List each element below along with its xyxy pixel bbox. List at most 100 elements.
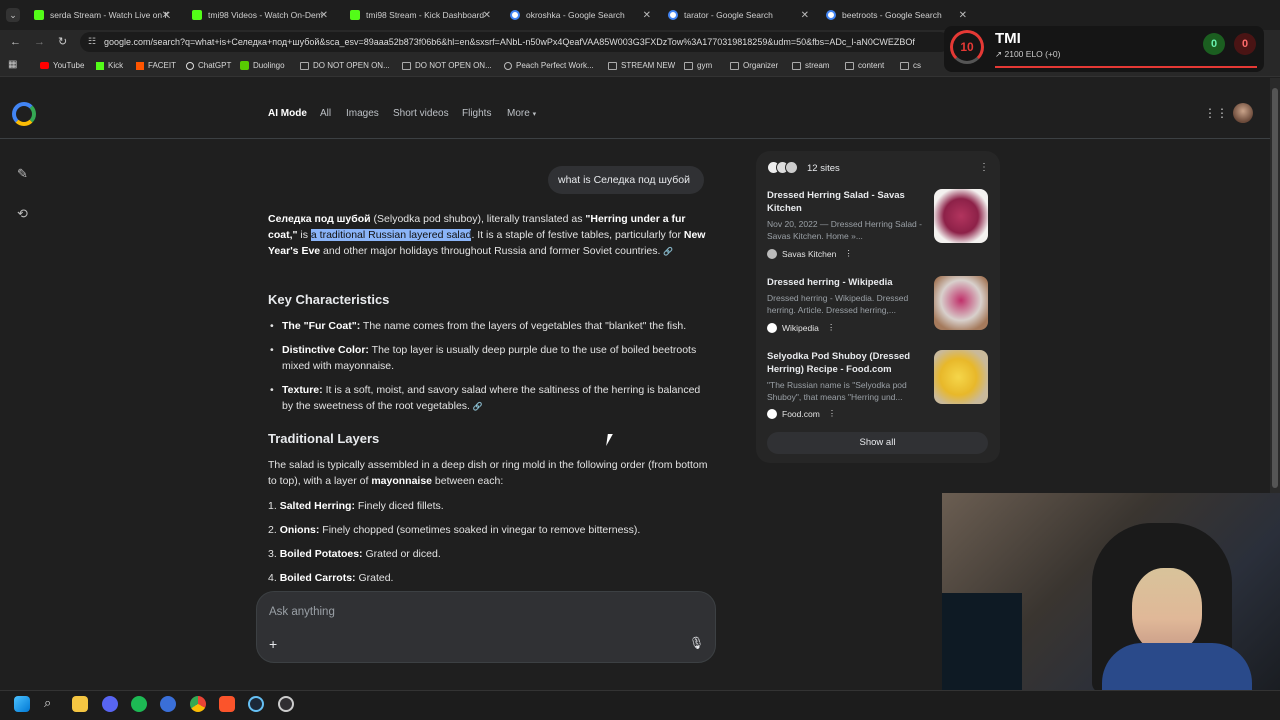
avatar[interactable] [1233, 103, 1253, 123]
tab-search-icon[interactable]: ⌄ [6, 8, 20, 22]
dressed-herring-salad-image[interactable] [934, 189, 988, 243]
tab-more[interactable]: More ▾ [507, 108, 536, 119]
source-title[interactable]: Dressed Herring Salad - Savas Kitchen [767, 189, 927, 215]
google-apps-icon[interactable]: ⋮⋮ [1204, 106, 1228, 120]
tab-flights[interactable]: Flights [462, 108, 491, 119]
bookmark-youtube[interactable]: YouTube [40, 61, 84, 70]
dressed-herring-image[interactable] [934, 276, 988, 330]
spotify-icon[interactable] [131, 696, 147, 712]
bookmark-gym[interactable]: gym [684, 61, 712, 70]
bookmark-stream-new[interactable]: STREAM NEW [608, 61, 675, 70]
app-icon[interactable] [160, 696, 176, 712]
bookmark-folder-2[interactable]: DO NOT OPEN ON... [402, 61, 492, 70]
selyodka-recipe-image[interactable] [934, 350, 988, 404]
source-snippet: Dressed herring - Wikipedia. Dressed her… [767, 293, 909, 315]
list-item: 4. Boiled Carrots: Grated. [268, 572, 394, 584]
more-options-icon[interactable]: ⋮ [828, 408, 837, 419]
windows-start-icon[interactable] [14, 696, 30, 712]
trend-icon: ↗ [995, 49, 1003, 59]
youtube-icon [40, 62, 49, 69]
list-item: The "Fur Coat": The name comes from the … [268, 318, 708, 334]
folder-icon [845, 61, 854, 70]
folder-icon [608, 61, 617, 70]
show-all-button[interactable]: Show all [767, 432, 988, 454]
close-icon[interactable]: ✕ [643, 10, 651, 21]
source-title[interactable]: Selyodka Pod Shuboy (Dressed Herring) Re… [767, 350, 927, 376]
user-query-bubble: what is Селедка под шубой [548, 166, 704, 194]
tab-all[interactable]: All [320, 108, 331, 119]
source-site[interactable]: Wikipedia ⋮ [767, 322, 835, 333]
address-bar[interactable]: ☷ google.com/search?q=what+is+Селедка+по… [80, 32, 950, 52]
bookmark-peach[interactable]: Peach Perfect Work... [504, 61, 594, 70]
back-icon[interactable]: ← [10, 36, 21, 48]
scrollbar-thumb[interactable] [1272, 88, 1278, 488]
file-explorer-icon[interactable] [72, 696, 88, 712]
apps-icon[interactable]: ▦ [8, 59, 17, 70]
bookmark-kick[interactable]: Kick [96, 61, 123, 70]
google-logo-icon[interactable] [12, 102, 36, 126]
ask-input-box[interactable]: Ask anything + 🎙 [256, 591, 716, 663]
kick-icon [192, 10, 202, 20]
source-favicons [767, 161, 803, 175]
forward-icon[interactable]: → [34, 36, 45, 48]
discord-icon[interactable] [102, 696, 118, 712]
link-icon[interactable]: 🔗 [663, 247, 673, 256]
mouse-cursor-icon [606, 434, 618, 446]
more-options-icon[interactable]: ⋮ [844, 248, 853, 259]
bookmark-duolingo[interactable]: Duolingo [240, 61, 285, 70]
plus-icon[interactable]: + [269, 636, 277, 652]
tab-tmi98-videos[interactable]: tmi98 Videos - Watch On-Dem ✕ [184, 4, 334, 26]
source-site[interactable]: Savas Kitchen ⋮ [767, 248, 853, 259]
close-icon[interactable]: ✕ [801, 10, 809, 21]
bookmark-folder-1[interactable]: DO NOT OPEN ON... [300, 61, 390, 70]
steam-icon[interactable] [248, 696, 264, 712]
tab-okroshka[interactable]: okroshka - Google Search ✕ [502, 4, 657, 26]
reload-icon[interactable]: ↻ [58, 35, 67, 48]
tab-short-videos[interactable]: Short videos [393, 108, 449, 119]
bookmark-content[interactable]: content [845, 61, 884, 70]
tab-beetroots[interactable]: beetroots - Google Search ✕ [818, 4, 973, 26]
close-icon[interactable]: ✕ [162, 10, 170, 21]
link-icon[interactable]: 🔗 [473, 402, 483, 411]
tab-tmi98-dashboard[interactable]: tmi98 Stream - Kick Dashboard ✕ [342, 4, 497, 26]
faceit-icon [136, 61, 144, 70]
tab-tarator[interactable]: tarator - Google Search ✕ [660, 4, 815, 26]
microphone-icon[interactable]: 🎙 [689, 636, 704, 650]
close-icon[interactable]: ✕ [483, 10, 491, 21]
obs-icon[interactable] [278, 696, 294, 712]
source-snippet: "The Russian name is "Selyodka pod Shubo… [767, 380, 907, 402]
bookmark-cs[interactable]: cs [900, 61, 921, 70]
close-icon[interactable]: ✕ [959, 10, 967, 21]
list-item: Distinctive Color: The top layer is usua… [268, 342, 708, 374]
site-favicon [785, 161, 798, 174]
tab-images[interactable]: Images [346, 108, 379, 119]
ask-input[interactable]: Ask anything [269, 606, 335, 618]
bookmark-chatgpt[interactable]: ChatGPT [186, 61, 231, 70]
bookmark-stream[interactable]: stream [792, 61, 829, 70]
caret-down-icon: ▾ [532, 111, 537, 118]
source-site[interactable]: Food.com ⋮ [767, 408, 836, 419]
tab-ai-mode[interactable]: AI Mode [268, 108, 307, 119]
streamer-name: TMI [995, 30, 1021, 47]
site-info-icon[interactable]: ☷ [88, 36, 96, 47]
text-selection[interactable]: a traditional Russian layered salad [310, 229, 472, 241]
bookmark-faceit[interactable]: FACEIT [136, 61, 176, 70]
new-chat-icon[interactable]: ✎ [17, 166, 31, 181]
food-com-icon [767, 408, 777, 419]
folder-icon [730, 61, 739, 70]
sources-count[interactable]: 12 sites [807, 163, 840, 174]
close-icon[interactable]: ✕ [320, 10, 328, 21]
elo-text: ↗ 2100 ELO (+0) [995, 49, 1061, 59]
bookmark-organizer[interactable]: Organizer [730, 61, 778, 70]
kick-icon [34, 10, 44, 20]
brave-icon[interactable] [219, 696, 235, 712]
savas-kitchen-icon [767, 248, 777, 259]
tab-serda[interactable]: serda Stream - Watch Live on K ✕ [26, 4, 176, 26]
source-title[interactable]: Dressed herring - Wikipedia [767, 276, 927, 289]
search-icon[interactable]: ⌕ [44, 695, 51, 711]
more-options-icon[interactable]: ⋮ [979, 162, 989, 173]
chrome-icon[interactable] [190, 696, 206, 712]
elo-progress-bar [995, 66, 1257, 68]
more-options-icon[interactable]: ⋮ [827, 322, 836, 333]
history-icon[interactable]: ⟲ [17, 206, 31, 221]
